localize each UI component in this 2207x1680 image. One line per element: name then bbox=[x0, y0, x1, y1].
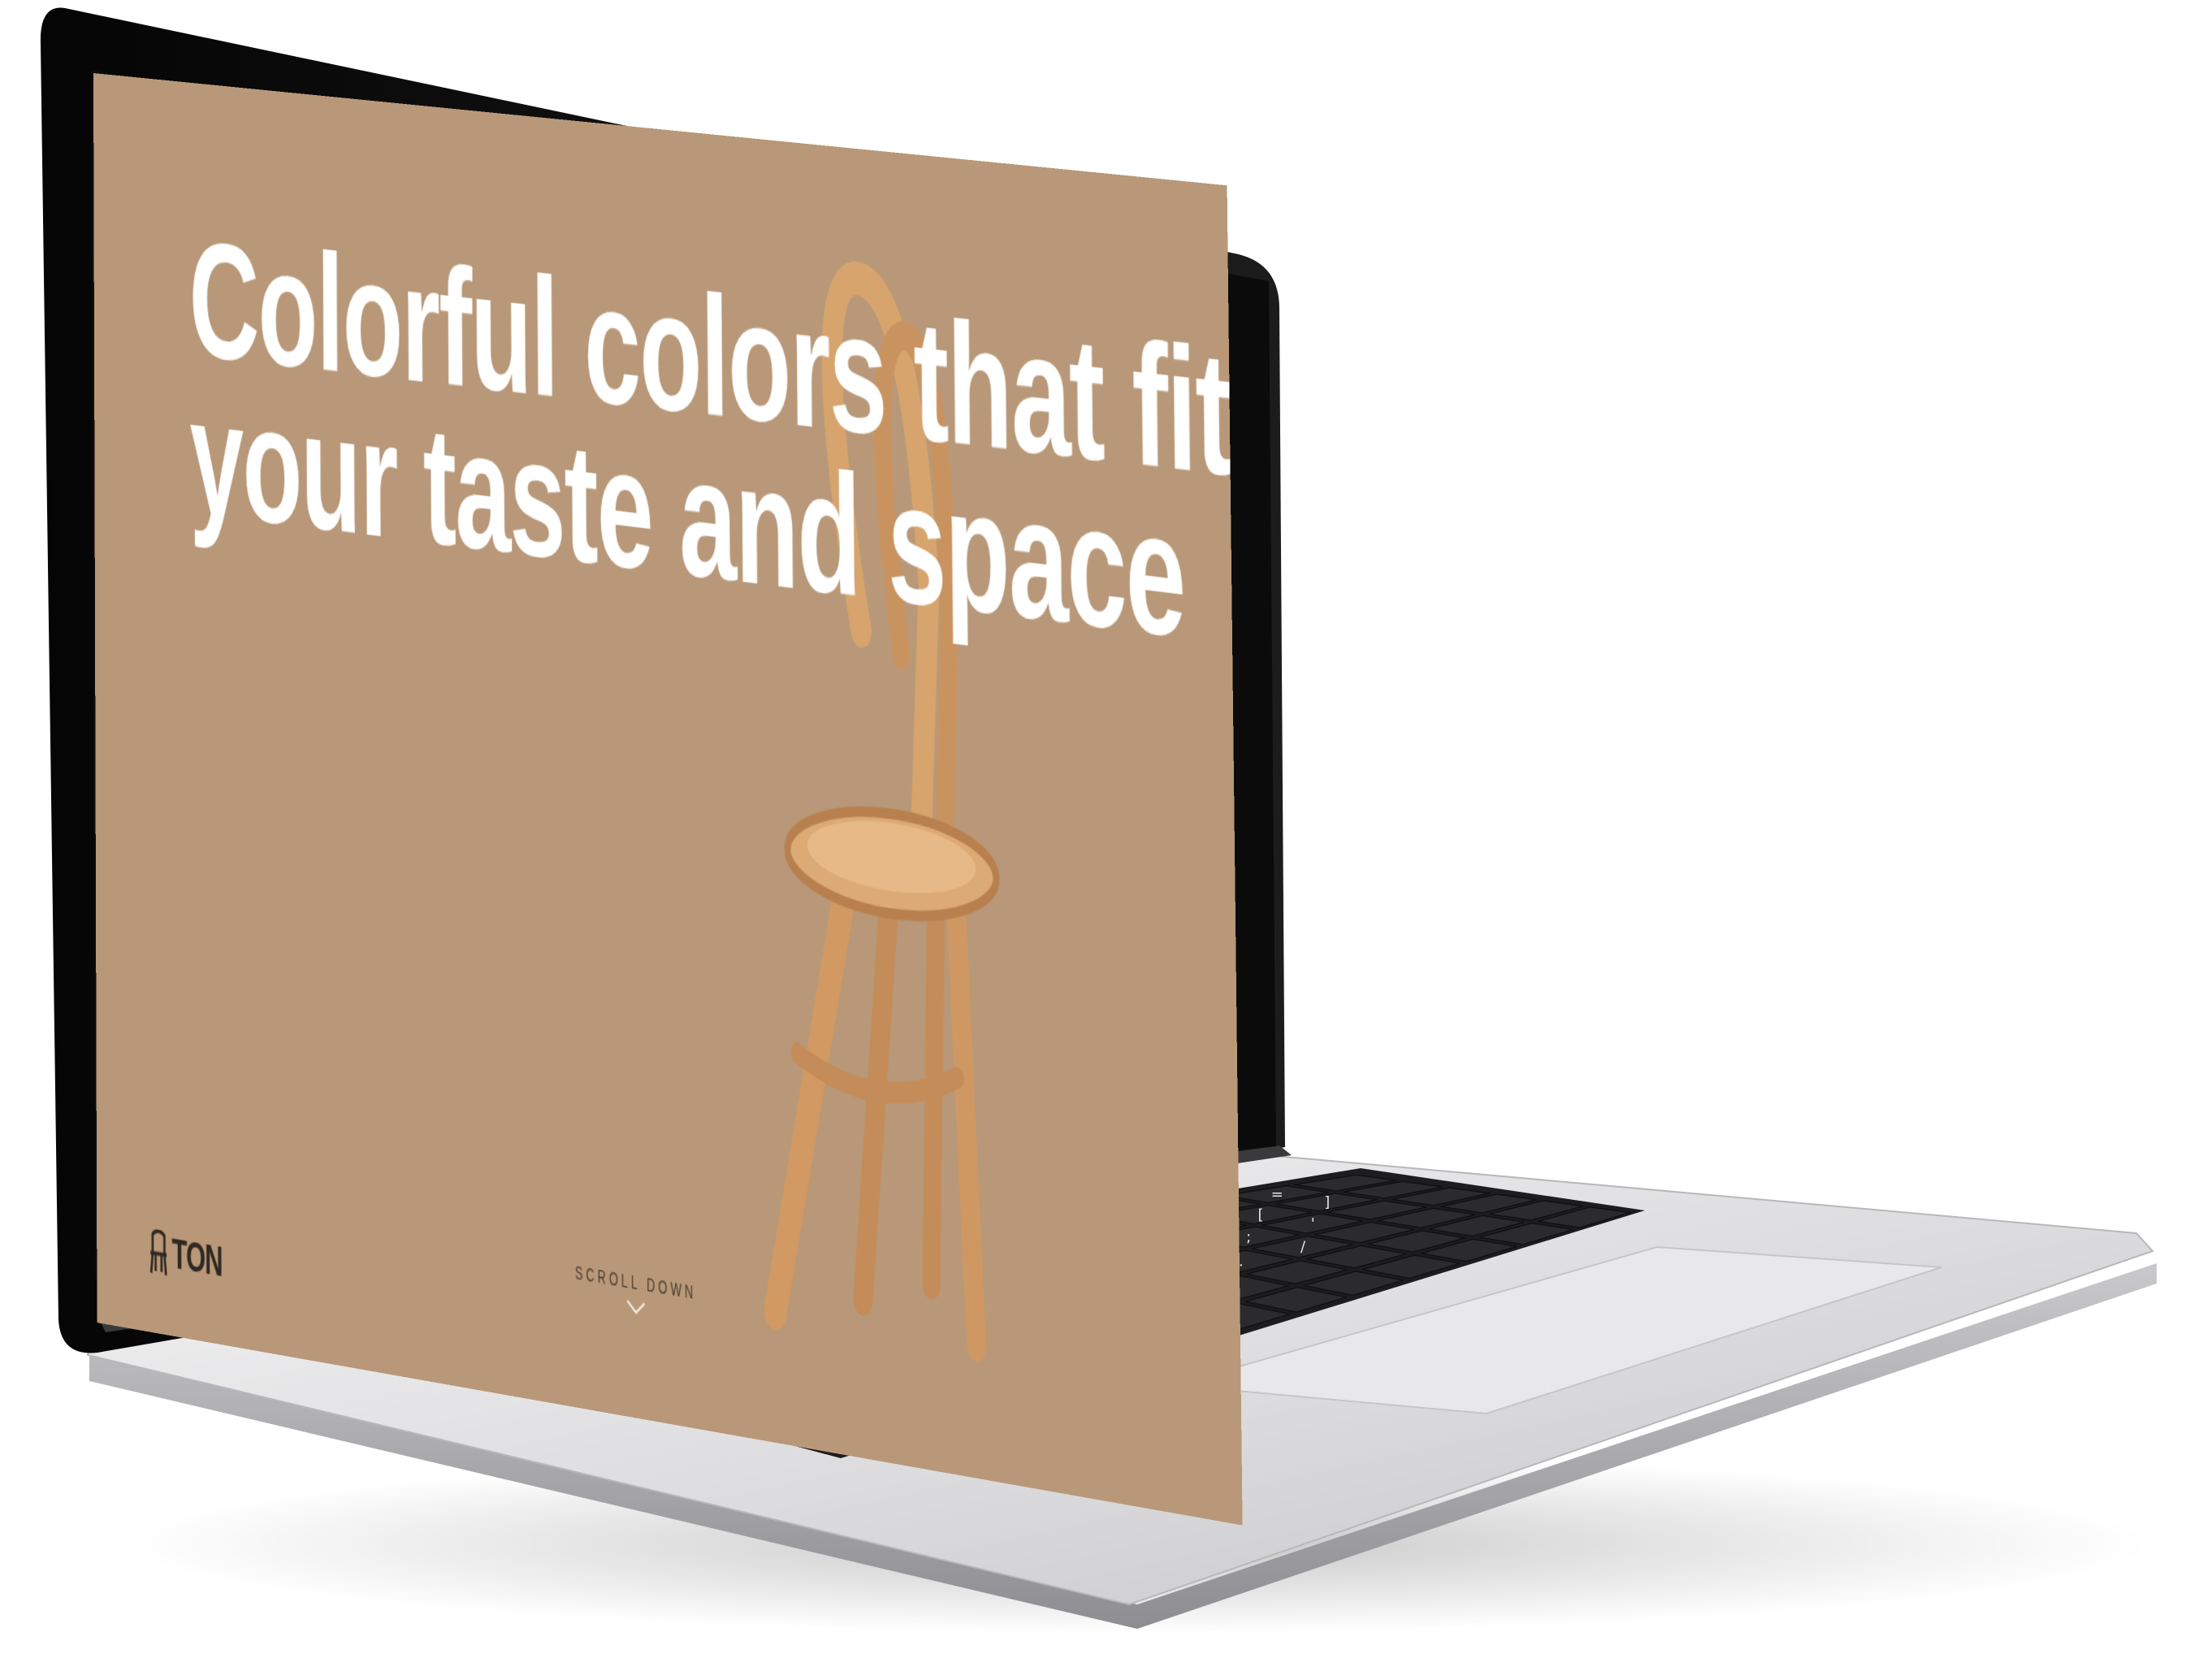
brand-name: TON bbox=[171, 1229, 223, 1287]
chevron-down-icon bbox=[625, 1297, 646, 1316]
keyboard-key-label: ; bbox=[1246, 1228, 1251, 1245]
keyboard-key-label: [ bbox=[1257, 1206, 1263, 1223]
keyboard-key-label: = bbox=[1271, 1186, 1283, 1203]
laptop-screen: Colorful colors that fit your taste and … bbox=[93, 73, 1243, 1526]
keyboard-key-label: ' bbox=[1311, 1215, 1315, 1232]
keyboard-key-label: / bbox=[1300, 1239, 1306, 1256]
chair-logo-icon bbox=[148, 1228, 169, 1276]
keyboard-key-label: ] bbox=[1324, 1194, 1330, 1211]
